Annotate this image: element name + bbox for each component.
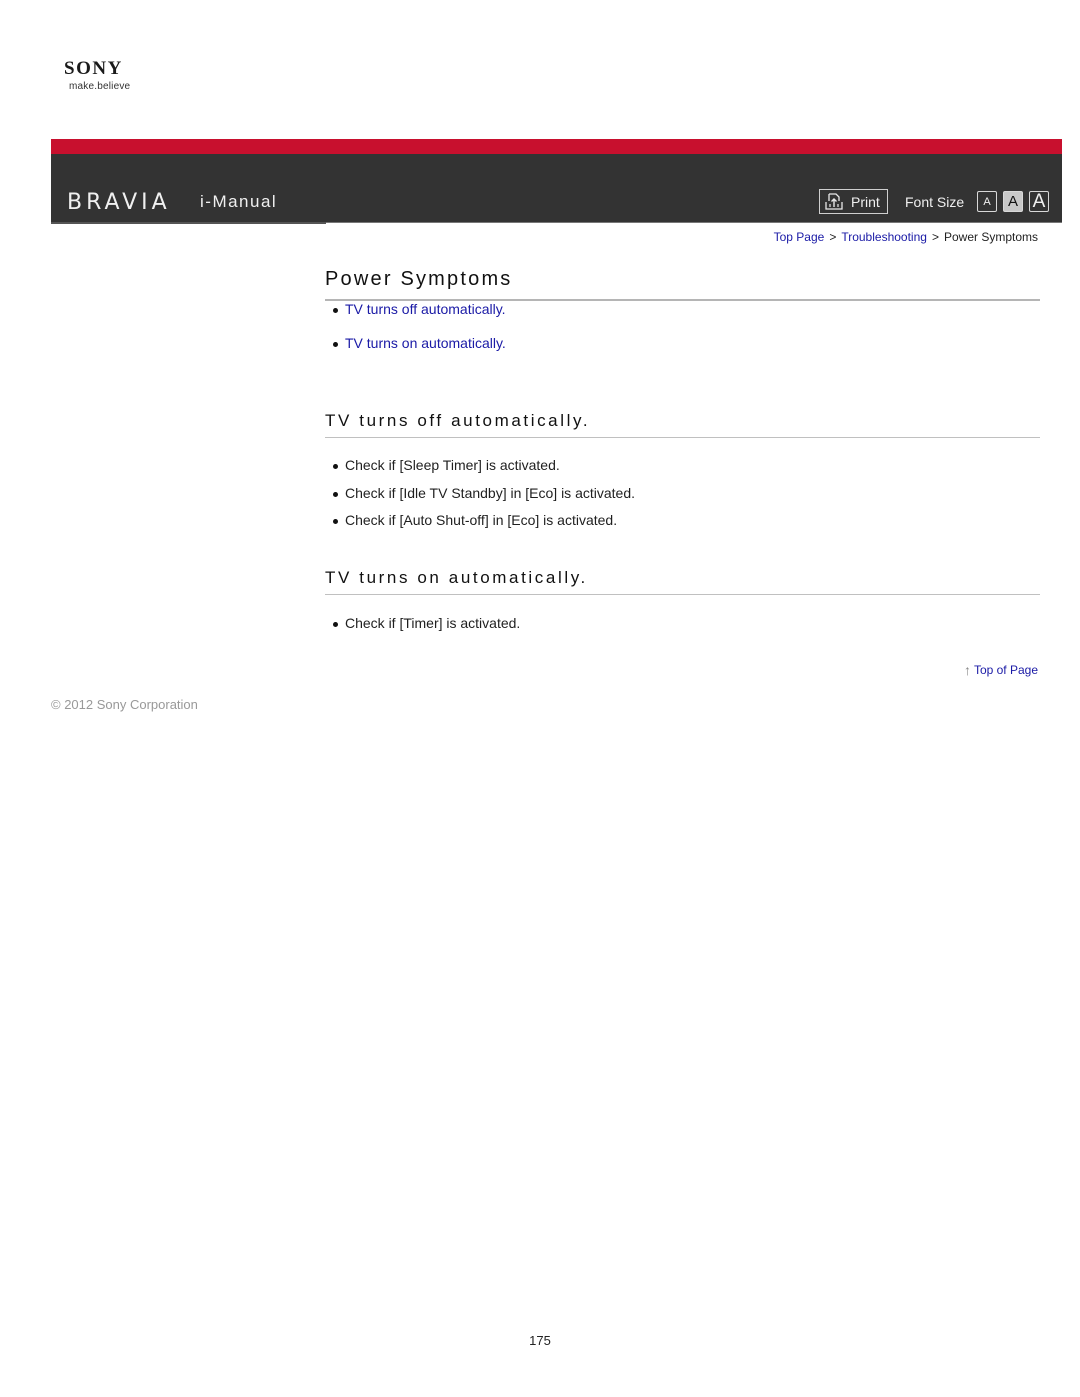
toc-link-turns-off[interactable]: TV turns off automatically. xyxy=(345,301,506,317)
toc-link-turns-on[interactable]: TV turns on automatically. xyxy=(345,335,506,351)
header-divider-right xyxy=(326,222,1062,223)
print-button[interactable]: Print xyxy=(819,189,888,214)
list-item: Check if [Sleep Timer] is activated. xyxy=(325,457,1040,474)
breadcrumb-separator: > xyxy=(829,230,837,244)
top-of-page-link[interactable]: Top of Page xyxy=(974,663,1038,677)
sony-tagline: make.believe xyxy=(69,81,131,92)
breadcrumb: Top Page > Troubleshooting > Power Symptoms xyxy=(774,230,1038,244)
breadcrumb-troubleshooting[interactable]: Troubleshooting xyxy=(841,230,927,244)
font-size-label: Font Size xyxy=(905,194,965,210)
header-bar: BRAVIA i-Manual Print Font Size A A A xyxy=(51,139,1062,224)
page-number: 175 xyxy=(529,1333,551,1348)
list-item: Check if [Timer] is activated. xyxy=(325,615,1040,632)
sony-wordmark: SONY xyxy=(64,58,123,79)
table-of-contents: TV turns off automatically. TV turns on … xyxy=(325,301,1040,352)
toc-item: TV turns on automatically. xyxy=(325,335,1040,352)
section-turns-on: TV turns on automatically. Check if [Tim… xyxy=(325,567,1040,632)
sony-logo: SONY make.believe xyxy=(64,58,154,92)
font-size-medium-button[interactable]: A xyxy=(1003,191,1023,212)
arrow-up-icon: ↑ xyxy=(963,662,971,678)
list-item: Check if [Auto Shut-off] in [Eco] is act… xyxy=(325,512,1040,529)
header-dark-band: BRAVIA i-Manual Print Font Size A A A xyxy=(51,154,1062,222)
font-size-small-button[interactable]: A xyxy=(977,191,997,212)
header-divider-left xyxy=(51,222,326,224)
header-accent-stripe xyxy=(51,139,1062,154)
font-size-large-button[interactable]: A xyxy=(1029,191,1049,212)
section-heading: TV turns on automatically. xyxy=(325,567,1040,595)
section-list: Check if [Sleep Timer] is activated. Che… xyxy=(325,457,1040,529)
top-of-page: ↑ Top of Page xyxy=(964,662,1038,678)
copyright: © 2012 Sony Corporation xyxy=(51,697,198,712)
toc-item: TV turns off automatically. xyxy=(325,301,1040,318)
breadcrumb-separator: > xyxy=(931,230,939,244)
print-icon xyxy=(825,192,843,210)
breadcrumb-top-page[interactable]: Top Page xyxy=(774,230,825,244)
list-item: Check if [Idle TV Standby] in [Eco] is a… xyxy=(325,485,1040,502)
main-content: Power Symptoms TV turns off automaticall… xyxy=(325,266,1040,631)
section-turns-off: TV turns off automatically. Check if [Sl… xyxy=(325,410,1040,540)
bravia-logo: BRAVIA xyxy=(67,190,171,215)
print-label: Print xyxy=(851,193,880,210)
page-title: Power Symptoms xyxy=(325,266,1040,301)
app-title: i-Manual xyxy=(200,192,278,211)
section-heading: TV turns off automatically. xyxy=(325,410,1040,438)
section-list: Check if [Timer] is activated. xyxy=(325,615,1040,632)
breadcrumb-current: Power Symptoms xyxy=(943,230,1038,244)
